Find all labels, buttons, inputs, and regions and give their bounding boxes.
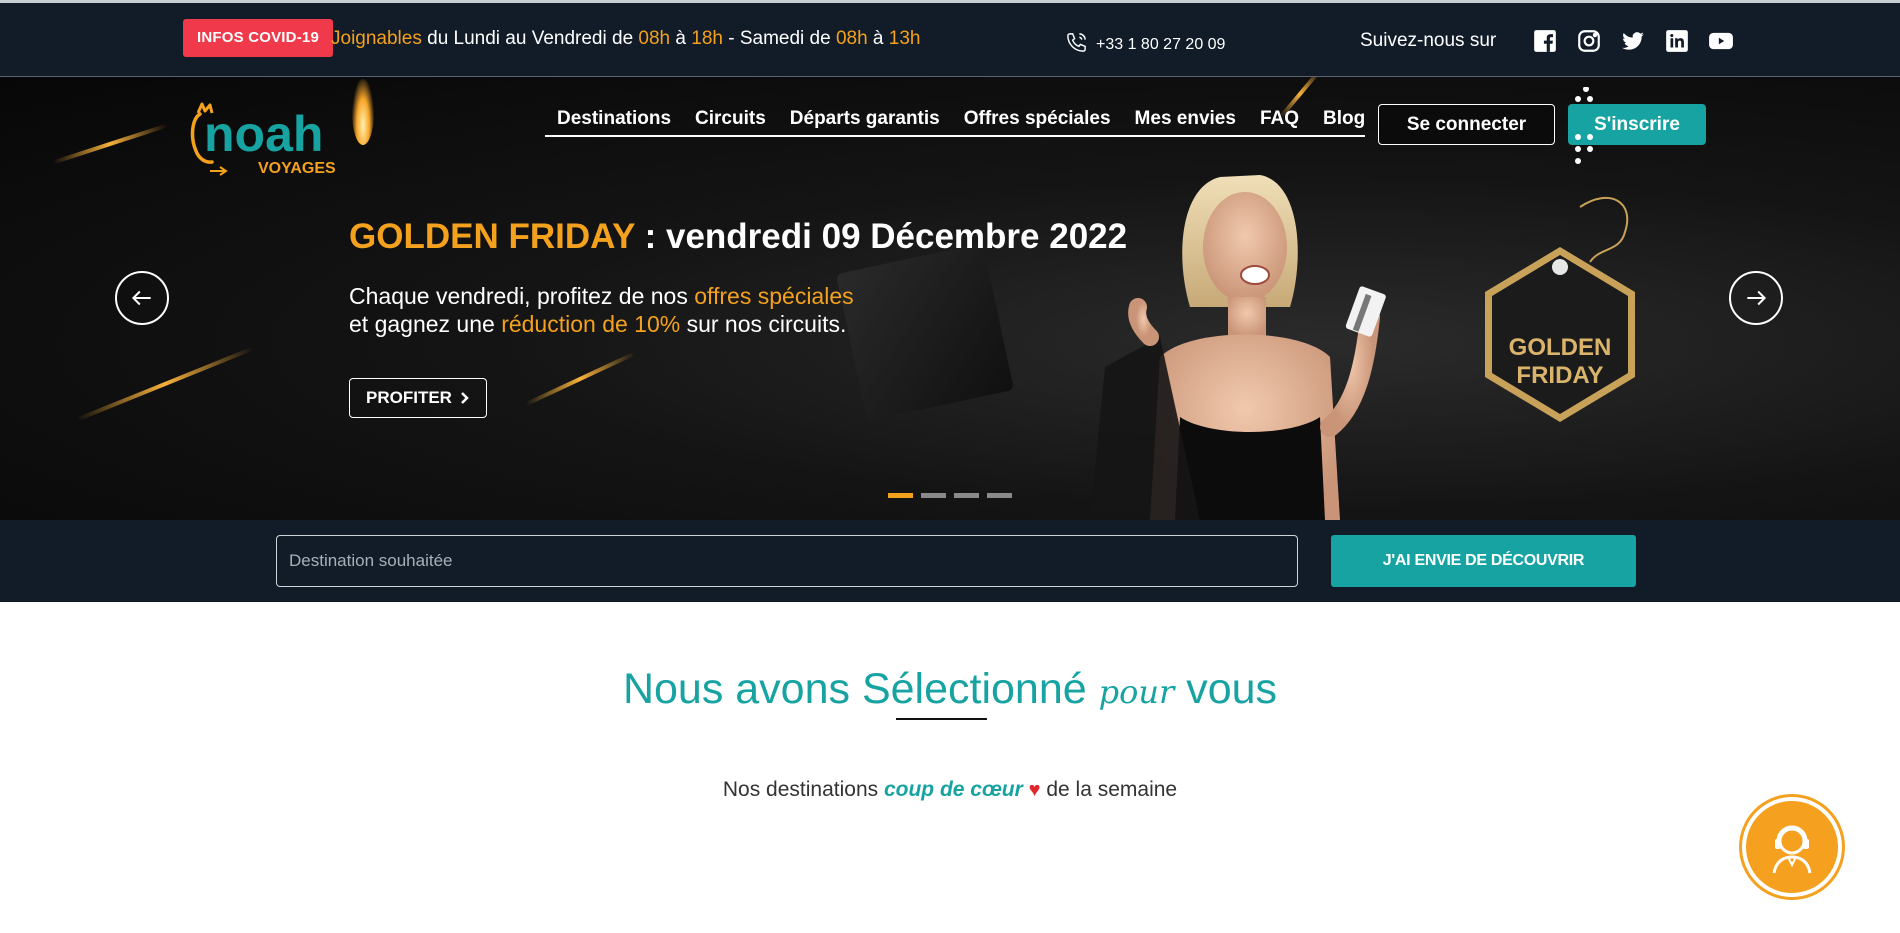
destination-search-input[interactable] (276, 535, 1298, 587)
subtitle-highlight: coup de cœur (883, 778, 1023, 801)
hero-text-part: et gagnez une (349, 311, 502, 337)
hero-text-highlight: offres spéciales (694, 283, 854, 309)
gold-streak-decoration (76, 346, 254, 422)
logo-word: noah (204, 106, 323, 162)
hours-text: du Lundi au Vendredi de (421, 28, 639, 49)
slider-prev-button[interactable] (115, 271, 169, 325)
slider-next-button[interactable] (1729, 271, 1783, 325)
linkedin-icon[interactable] (1664, 28, 1690, 54)
hours-text: à (670, 28, 692, 49)
subtitle-part: Nos destinations (722, 778, 884, 801)
hours-time: 18h (691, 28, 723, 49)
hours-text: - Samedi de (722, 28, 836, 49)
section-title: Nous avons Sélectionné pour vous (0, 665, 1900, 714)
nav-faq[interactable]: FAQ (1248, 105, 1311, 135)
nav-destinations[interactable]: Destinations (545, 105, 683, 135)
hero-description: Chaque vendredi, profitez de nos offres … (349, 282, 854, 338)
logo-sub: VOYAGES (258, 160, 336, 177)
slider-dot[interactable] (921, 493, 946, 498)
nav-circuits[interactable]: Circuits (683, 105, 778, 135)
opening-hours: Joignables du Lundi au Vendredi de 08h à… (331, 28, 920, 50)
covid-info-badge[interactable]: INFOS COVID-19 (183, 19, 333, 57)
hero-slider: noah VOYAGES Destinations Circuits Dépar… (0, 77, 1900, 520)
main-navigation: Destinations Circuits Départs garantis O… (545, 105, 1365, 137)
support-chat-button[interactable] (1742, 797, 1842, 897)
hero-title-date: : vendredi 09 Décembre 2022 (634, 217, 1128, 256)
section-title-script: pour (1098, 673, 1175, 711)
title-underline (896, 718, 987, 720)
slider-dot[interactable] (954, 493, 979, 498)
support-agent-icon (1772, 825, 1812, 874)
slider-pagination (888, 493, 1012, 498)
hero-text-highlight: réduction de 10% (501, 311, 681, 337)
nav-blog[interactable]: Blog (1311, 105, 1377, 135)
phone-icon (1065, 31, 1088, 59)
golden-friday-tag-image: GOLDEN FRIDAY (1485, 196, 1635, 422)
phone-link[interactable]: +33 1 80 27 20 09 (1065, 31, 1225, 59)
hero-text-part: sur nos circuits. (680, 311, 847, 337)
heart-icon: ♥ (1028, 779, 1041, 801)
twitter-icon[interactable] (1620, 28, 1646, 54)
discover-button[interactable]: J'AI ENVIE DE DÉCOUVRIR (1331, 535, 1636, 587)
tag-line1: GOLDEN (1509, 334, 1612, 361)
hours-text: à (867, 28, 889, 49)
flame-decoration (352, 79, 374, 145)
woman-shopping-image (1090, 175, 1386, 520)
phone-number: +33 1 80 27 20 09 (1096, 36, 1226, 53)
nav-departs-garantis[interactable]: Départs garantis (778, 105, 952, 135)
nav-offres-speciales[interactable]: Offres spéciales (952, 105, 1123, 135)
section-title-part: vous (1174, 665, 1278, 713)
nav-mes-envies[interactable]: Mes envies (1123, 105, 1248, 135)
facebook-icon[interactable] (1532, 28, 1558, 54)
top-info-bar: INFOS COVID-19 Joignables du Lundi au Ve… (0, 0, 1900, 77)
youtube-icon[interactable] (1708, 28, 1734, 54)
arrow-left-icon (131, 290, 151, 306)
login-button[interactable]: Se connecter (1378, 104, 1555, 145)
social-links: Suivez-nous sur (1360, 28, 1734, 54)
social-label: Suivez-nous sur (1360, 30, 1497, 51)
search-bar: J'AI ENVIE DE DÉCOUVRIR (0, 520, 1900, 602)
hero-title: GOLDEN FRIDAY : vendredi 09 Décembre 202… (349, 217, 1127, 257)
slider-dot[interactable] (987, 493, 1012, 498)
gold-streak-decoration (524, 351, 636, 407)
section-title-part: Nous avons Sélectionné (622, 665, 1099, 713)
hours-time: 08h (638, 28, 671, 49)
hours-reachable: Joignables (331, 28, 422, 49)
tag-line2: FRIDAY (1516, 362, 1603, 389)
gift-box-image (836, 243, 1014, 421)
chevron-right-icon (461, 392, 469, 404)
dots-decoration (1575, 87, 1593, 164)
hours-time: 08h (835, 28, 868, 49)
gold-streak-decoration (52, 123, 168, 165)
hero-text-part: Chaque vendredi, profitez de nos (349, 283, 695, 309)
subtitle-part: de la semaine (1040, 778, 1178, 801)
slider-dot[interactable] (888, 493, 913, 498)
section-subtitle: Nos destinations coup de cœur ♥ de la se… (0, 778, 1900, 802)
profiter-button[interactable]: PROFITER (349, 378, 487, 418)
arrow-right-icon (1747, 290, 1767, 306)
noah-voyages-logo[interactable]: noah VOYAGES (188, 89, 348, 177)
hours-time: 13h (888, 28, 921, 49)
hero-title-highlight: GOLDEN FRIDAY (349, 217, 635, 256)
profiter-label: PROFITER (366, 388, 452, 407)
instagram-icon[interactable] (1576, 28, 1602, 54)
